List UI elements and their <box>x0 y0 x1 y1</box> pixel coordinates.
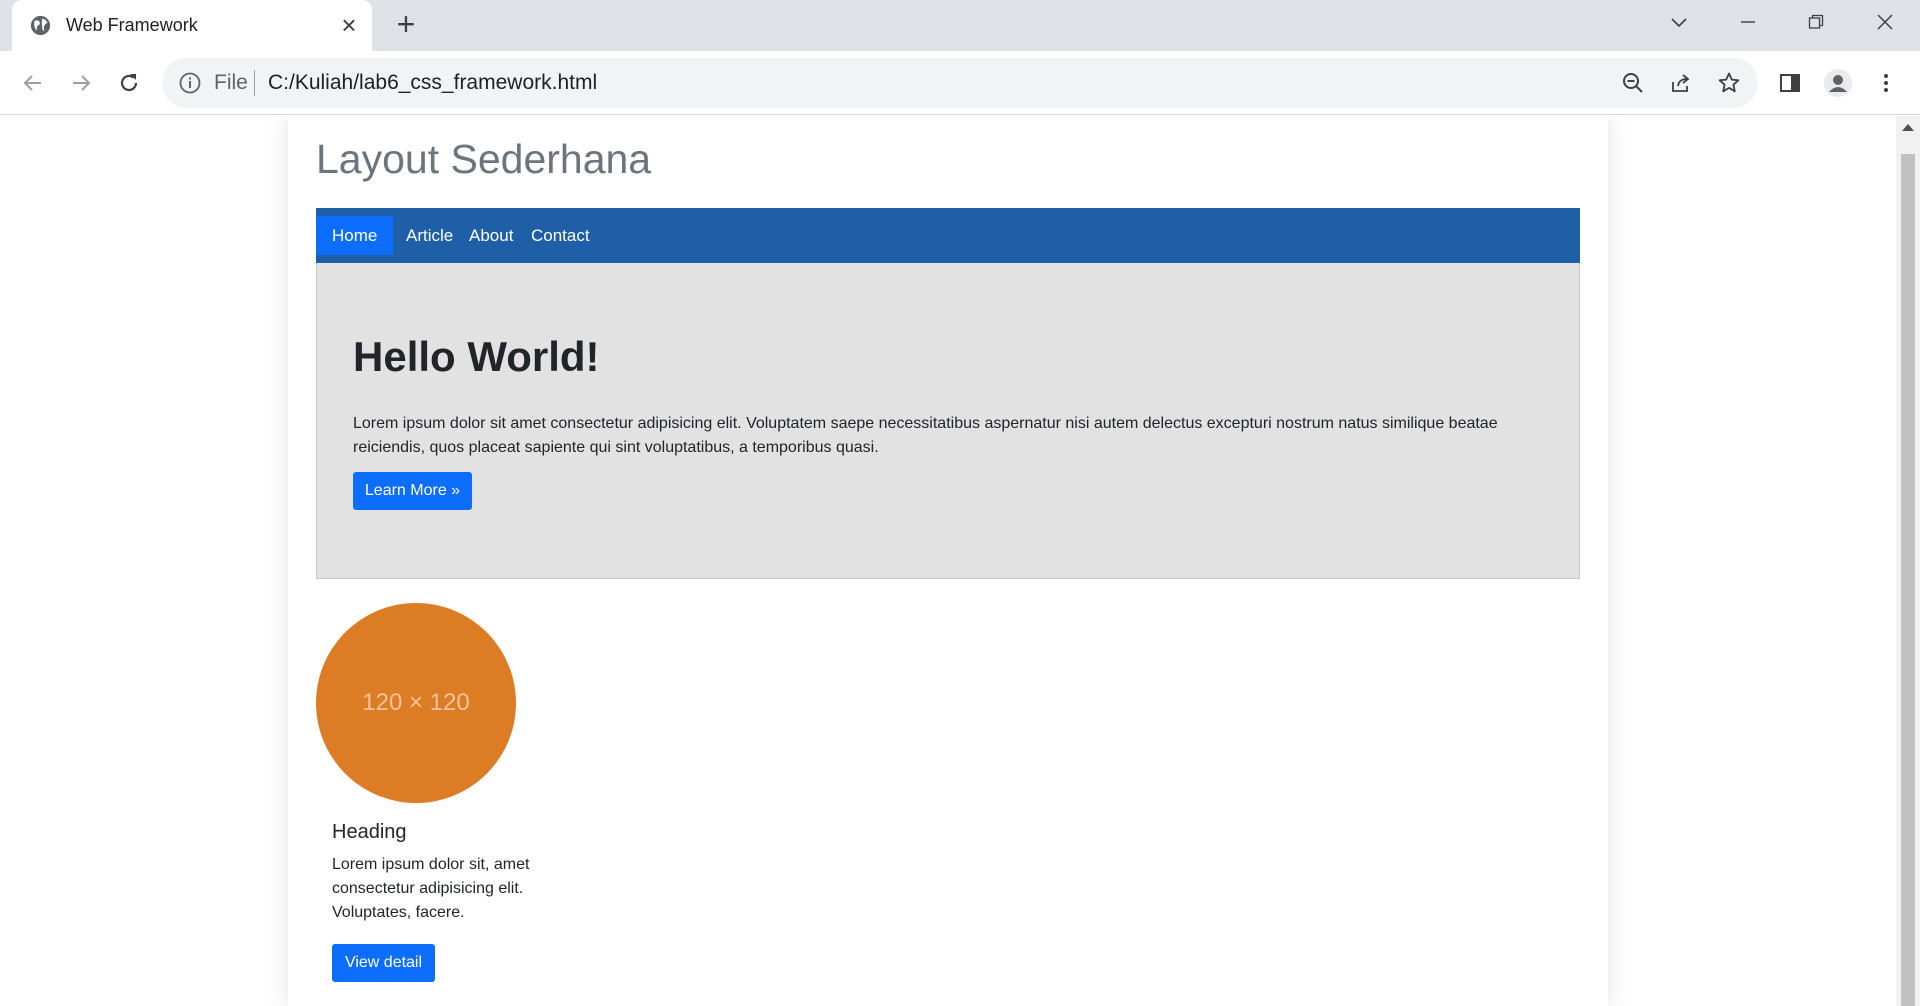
star-icon <box>1718 72 1740 93</box>
tab-search-button[interactable] <box>1646 0 1712 44</box>
view-detail-button[interactable]: View detail <box>332 944 435 982</box>
bookmark-button[interactable] <box>1716 70 1742 96</box>
browser-toolbar: File C:/Kuliah/lab6_css_framework.html <box>0 51 1920 115</box>
zoom-button[interactable] <box>1620 70 1646 96</box>
page-viewport: Layout Sederhana Home Article About Cont… <box>0 116 1920 1006</box>
site-title: Layout Sederhana <box>316 136 652 182</box>
address-separator <box>254 70 255 96</box>
profile-button[interactable] <box>1822 67 1854 99</box>
jumbotron: Hello World! Lorem ipsum dolor sit amet … <box>316 263 1580 579</box>
address-scheme: File <box>214 71 248 94</box>
side-panel-icon <box>1780 74 1800 92</box>
scroll-up-arrow-icon[interactable] <box>1902 124 1914 131</box>
feature-card: 120 × 120 Heading Lorem ipsum dolor sit,… <box>316 603 536 1003</box>
card-text: Lorem ipsum dolor sit, amet consectetur … <box>332 856 530 921</box>
close-window-button[interactable] <box>1852 0 1918 44</box>
arrow-right-icon <box>73 75 91 91</box>
minimize-icon <box>1741 21 1755 23</box>
globe-icon <box>30 15 51 36</box>
menu-button[interactable] <box>1870 67 1902 99</box>
minimize-button[interactable] <box>1715 0 1781 44</box>
tab-strip: Web Framework × + <box>0 0 1920 51</box>
browser-tab[interactable]: Web Framework × <box>12 0 372 51</box>
page-container: Layout Sederhana Home Article About Cont… <box>288 116 1608 1006</box>
restore-button[interactable] <box>1783 0 1849 44</box>
address-url[interactable]: C:/Kuliah/lab6_css_framework.html <box>268 71 597 95</box>
zoom-out-icon <box>1623 73 1643 93</box>
jumbotron-title: Hello World! <box>353 333 600 380</box>
close-tab-icon[interactable]: × <box>336 12 362 39</box>
more-vertical-icon <box>1884 74 1888 92</box>
placeholder-image-label: 120 × 120 <box>362 689 470 716</box>
scroll-thumb[interactable] <box>1901 154 1915 1006</box>
restore-icon <box>1808 14 1824 29</box>
nav-item-contact[interactable]: Contact <box>515 216 606 255</box>
chevron-down-icon <box>1671 18 1687 28</box>
arrow-left-icon <box>23 75 41 91</box>
forward-button[interactable] <box>65 67 97 99</box>
navbar: Home Article About Contact <box>316 208 1580 263</box>
side-panel-button[interactable] <box>1774 67 1806 99</box>
back-button[interactable] <box>17 67 49 99</box>
vertical-scrollbar[interactable] <box>1896 116 1920 1006</box>
tab-title: Web Framework <box>66 15 198 35</box>
jumbotron-text: Lorem ipsum dolor sit amet consectetur a… <box>353 415 1498 456</box>
card-heading: Heading <box>332 821 407 843</box>
new-tab-button[interactable]: + <box>390 8 422 41</box>
reload-icon <box>120 74 138 92</box>
info-icon[interactable] <box>178 71 202 95</box>
address-bar[interactable]: File C:/Kuliah/lab6_css_framework.html <box>162 58 1758 108</box>
close-icon <box>1877 14 1893 30</box>
learn-more-button[interactable]: Learn More » <box>353 472 472 510</box>
share-button[interactable] <box>1668 70 1694 96</box>
avatar-icon <box>1824 69 1852 97</box>
share-icon <box>1672 74 1690 92</box>
reload-button[interactable] <box>113 67 145 99</box>
placeholder-image: 120 × 120 <box>316 603 516 803</box>
nav-item-home[interactable]: Home <box>316 216 394 255</box>
